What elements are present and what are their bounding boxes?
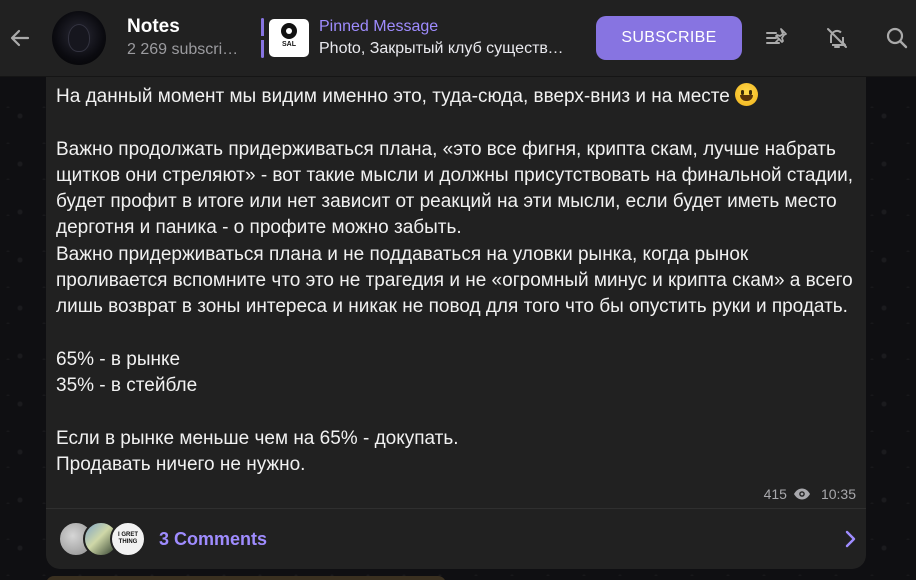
message-line bbox=[56, 110, 861, 136]
message-bubble: На данный момент мы видим именно это, ту… bbox=[46, 77, 866, 569]
chevron-right-icon bbox=[842, 527, 858, 551]
search-icon bbox=[886, 27, 908, 49]
arrow-left-icon bbox=[10, 29, 30, 47]
message-line: На данный момент мы видим именно это, ту… bbox=[56, 83, 861, 110]
subscribe-button[interactable]: SUBSCRIBE bbox=[596, 16, 742, 60]
message-text: На данный момент мы видим именно это, ту… bbox=[56, 83, 861, 478]
message-line: Важно продолжать придерживаться плана, «… bbox=[56, 138, 859, 239]
message-line bbox=[56, 321, 861, 347]
message-time: 10:35 bbox=[820, 486, 856, 502]
pin-list-icon bbox=[766, 28, 787, 44]
channel-title: Notes bbox=[127, 16, 180, 37]
message-line: 35% - в стейбле bbox=[56, 375, 198, 397]
next-message-preview bbox=[46, 576, 446, 580]
message-meta: 415 10:35 bbox=[764, 486, 856, 502]
logo-icon bbox=[281, 23, 297, 39]
message-line: Если в рынке меньше чем на 65% - докупат… bbox=[56, 427, 459, 449]
bell-off-icon bbox=[827, 28, 847, 48]
message-line: Продавать ничего не нужно. bbox=[56, 454, 306, 476]
message-line: Важно придерживаться плана и не поддават… bbox=[56, 243, 858, 318]
chat-header: Notes 2 269 subscribers SAL Pinned Messa… bbox=[0, 0, 916, 77]
message-line bbox=[56, 400, 861, 426]
pinned-list-button[interactable] bbox=[759, 20, 795, 56]
back-button[interactable] bbox=[2, 20, 38, 56]
channel-avatar[interactable] bbox=[52, 11, 106, 65]
message-line: 65% - в рынке bbox=[56, 348, 181, 370]
pinned-thumbnail: SAL bbox=[269, 19, 309, 57]
subscriber-count: 2 269 subscribers bbox=[127, 41, 245, 58]
comments-button[interactable]: I GRET THING 3 Comments bbox=[46, 509, 866, 569]
avatar: I GRET THING bbox=[110, 521, 146, 557]
pinned-label: Pinned Message bbox=[319, 18, 439, 35]
channel-info[interactable]: Notes 2 269 subscribers bbox=[127, 15, 249, 61]
mute-button[interactable] bbox=[819, 20, 855, 56]
pinned-message[interactable]: SAL Pinned Message Photo, Закрытый клуб … bbox=[261, 16, 571, 60]
pinned-thumb-text: SAL bbox=[282, 41, 296, 48]
commenter-avatars: I GRET THING bbox=[58, 521, 152, 557]
eye-icon bbox=[793, 487, 811, 501]
grinning-face-icon bbox=[735, 83, 759, 106]
comments-count: 3 Comments bbox=[159, 528, 268, 549]
mask-icon bbox=[68, 24, 90, 52]
pinned-indicator bbox=[261, 18, 264, 58]
avatar-text: I GRET THING bbox=[117, 532, 138, 545]
search-button[interactable] bbox=[879, 20, 915, 56]
pinned-preview: Photo, Закрытый клуб существует уже bbox=[319, 40, 569, 57]
view-count: 415 bbox=[763, 486, 787, 502]
